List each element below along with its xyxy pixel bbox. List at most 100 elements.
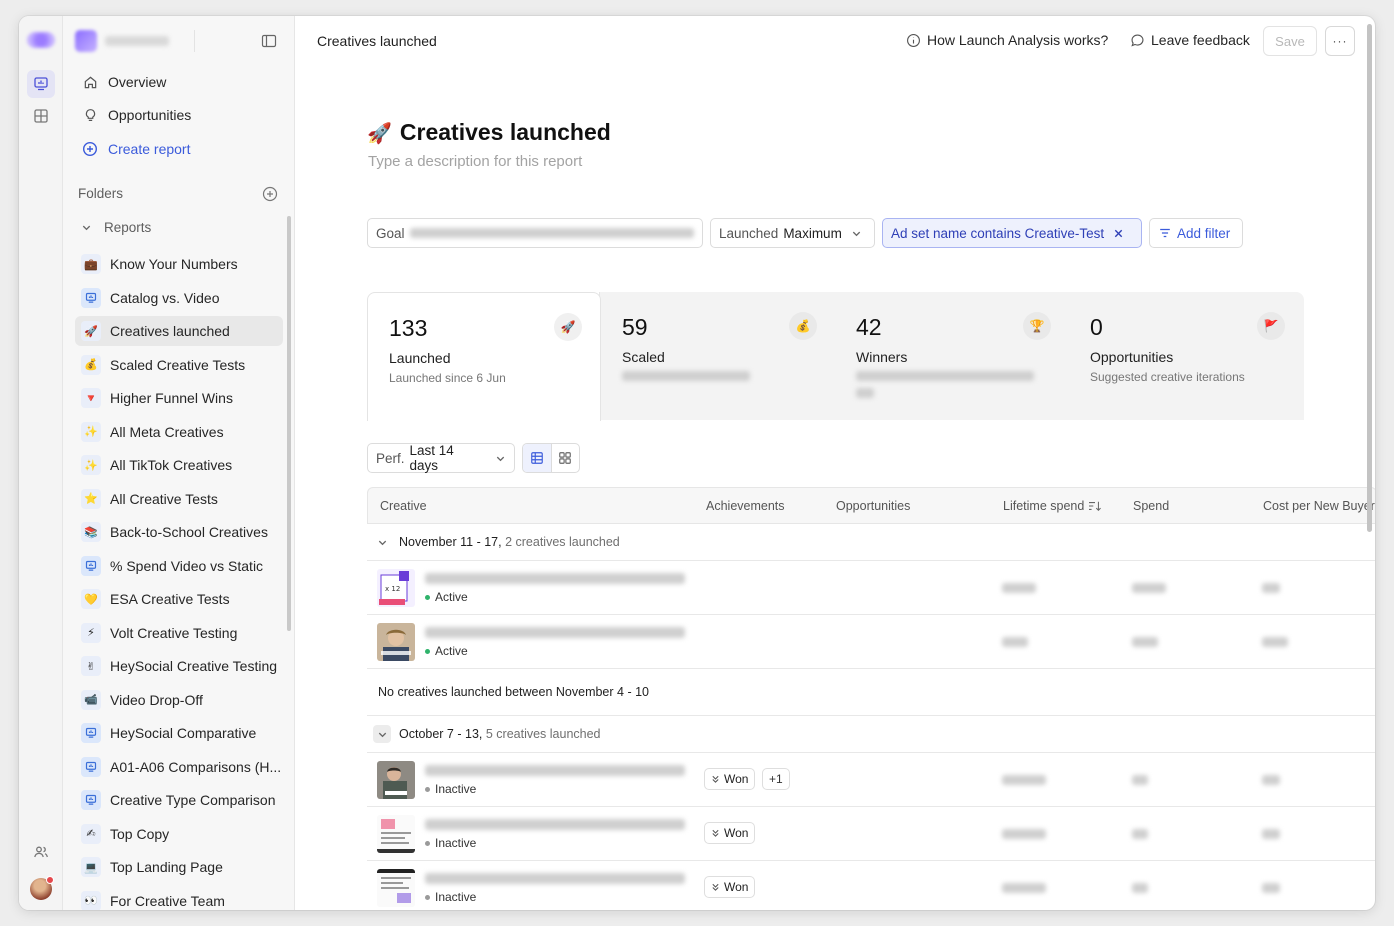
- description-input[interactable]: Type a description for this report: [368, 153, 582, 170]
- reports-rail-icon[interactable]: [27, 70, 55, 98]
- kpi-subtitle-redacted: [622, 370, 814, 384]
- comment-icon: [1131, 33, 1144, 46]
- sidebar-report-item[interactable]: 🔻 Higher Funnel Wins: [75, 383, 283, 413]
- user-avatar[interactable]: [30, 876, 54, 900]
- how-it-works-label: How Launch Analysis works?: [927, 32, 1109, 48]
- add-folder-icon[interactable]: [262, 186, 278, 202]
- sidebar-collapse-icon[interactable]: [261, 33, 277, 49]
- column-header-lifetime-spend[interactable]: Lifetime spend: [1003, 499, 1102, 513]
- column-header-spend[interactable]: Spend: [1133, 499, 1169, 513]
- sidebar-report-item[interactable]: A01-A06 Comparisons (H...: [75, 752, 283, 782]
- report-emoji-icon: ⚡: [81, 622, 101, 643]
- achievement-won-badge[interactable]: Won: [704, 876, 756, 898]
- group-row-nov-11[interactable]: November 11 - 17, 2 creatives launched: [367, 524, 1375, 561]
- table-view-button[interactable]: [523, 444, 552, 472]
- sidebar-report-label: ESA Creative Tests: [110, 591, 230, 607]
- kpi-scaled[interactable]: 59 Scaled 💰: [601, 292, 835, 420]
- creative-thumbnail[interactable]: x 12: [377, 569, 415, 607]
- workspace-switcher[interactable]: [75, 28, 169, 54]
- app-window: Overview Opportunities Create report Fol…: [19, 16, 1375, 910]
- column-header-achievements[interactable]: Achievements: [706, 499, 785, 513]
- grid-view-button[interactable]: [552, 444, 580, 472]
- creative-thumbnail[interactable]: [377, 869, 415, 907]
- dashboard-rail-icon[interactable]: [27, 102, 55, 130]
- group-row-oct-7[interactable]: October 7 - 13, 5 creatives launched: [367, 716, 1375, 753]
- team-rail-icon[interactable]: [27, 838, 55, 866]
- more-achievements-badge[interactable]: +1: [762, 768, 790, 790]
- kpi-opportunities[interactable]: 0 Opportunities Suggested creative itera…: [1069, 292, 1303, 420]
- kpi-subtitle-redacted: [856, 370, 1048, 401]
- save-button[interactable]: Save: [1263, 26, 1317, 56]
- sort-descending-icon[interactable]: [1088, 500, 1102, 512]
- group-count: 5 creatives launched: [485, 727, 601, 741]
- close-icon[interactable]: [1113, 228, 1124, 239]
- how-it-works-link[interactable]: How Launch Analysis works?: [906, 32, 1108, 48]
- status-badge: Active: [425, 644, 468, 658]
- sidebar-scrollbar[interactable]: [287, 216, 291, 631]
- sidebar-report-item[interactable]: ✨ All Meta Creatives: [75, 417, 283, 447]
- nav-opportunities[interactable]: Opportunities: [75, 100, 283, 130]
- creative-name-redacted: [425, 627, 685, 638]
- nav-overview[interactable]: Overview: [75, 67, 283, 97]
- sidebar-report-item[interactable]: ✨ All TikTok Creatives: [75, 450, 283, 480]
- sidebar-report-item[interactable]: 📹 Video Drop-Off: [75, 685, 283, 715]
- home-icon: [81, 73, 99, 91]
- sidebar-report-item[interactable]: % Spend Video vs Static: [75, 551, 283, 581]
- status-badge: Inactive: [425, 782, 476, 796]
- sidebar-report-label: Video Drop-Off: [110, 691, 203, 708]
- sidebar-report-item[interactable]: 📚 Back-to-School Creatives: [75, 517, 283, 547]
- sidebar-report-label: Higher Funnel Wins: [110, 390, 233, 406]
- sidebar-report-item[interactable]: 💼 Know Your Numbers: [75, 249, 283, 279]
- sidebar-report-item[interactable]: ⭐ All Creative Tests: [75, 484, 283, 514]
- adset-name-filter[interactable]: Ad set name contains Creative-Test: [882, 218, 1142, 248]
- table-row[interactable]: Inactive Won: [367, 807, 1375, 861]
- kpi-launched[interactable]: 133 Launched Launched since 6 Jun 🚀: [367, 292, 601, 421]
- launched-filter[interactable]: Launched Maximum: [710, 218, 875, 248]
- creative-thumbnail[interactable]: [377, 815, 415, 853]
- app-logo[interactable]: [27, 32, 55, 48]
- creative-thumbnail[interactable]: [377, 623, 415, 661]
- sidebar-report-item[interactable]: 💻 Top Landing Page: [75, 852, 283, 882]
- sidebar-report-item[interactable]: ✌ HeySocial Creative Testing: [75, 651, 283, 681]
- creative-thumbnail[interactable]: [377, 761, 415, 799]
- sidebar-report-item[interactable]: 🚀 Creatives launched: [75, 316, 283, 346]
- cost-redacted: [1262, 775, 1280, 785]
- table-row[interactable]: Inactive Won +1: [367, 753, 1375, 807]
- leave-feedback-link[interactable]: Leave feedback: [1130, 32, 1250, 48]
- kpi-winners[interactable]: 42 Winners 🏆: [835, 292, 1069, 420]
- divider: [194, 30, 195, 52]
- sidebar-report-item[interactable]: ✍ Top Copy: [75, 819, 283, 849]
- chevron-down-icon: [852, 231, 860, 236]
- chevron-down-icon[interactable]: [373, 725, 391, 743]
- table-row[interactable]: Active: [367, 615, 1375, 669]
- sidebar-report-item[interactable]: ⚡ Volt Creative Testing: [75, 618, 283, 648]
- achievement-won-badge[interactable]: Won: [704, 822, 756, 844]
- sidebar-report-item[interactable]: HeySocial Comparative: [75, 718, 283, 748]
- sidebar-report-item[interactable]: Catalog vs. Video: [75, 283, 283, 313]
- table-row[interactable]: x 12 Active: [367, 561, 1375, 615]
- table-header: Creative Achievements Opportunities Life…: [367, 487, 1375, 524]
- add-filter-button[interactable]: Add filter: [1149, 218, 1243, 248]
- sidebar-report-label: Top Landing Page: [110, 859, 223, 875]
- reports-folder-toggle[interactable]: Reports: [81, 220, 151, 235]
- column-header-opportunities[interactable]: Opportunities: [836, 499, 910, 513]
- table-row[interactable]: Inactive Won: [367, 861, 1375, 910]
- column-header-creative[interactable]: Creative: [380, 499, 427, 513]
- sidebar-report-label: For Creative Team: [110, 892, 225, 909]
- group-range: October 7 - 13,: [399, 727, 483, 741]
- nav-create-report[interactable]: Create report: [75, 134, 283, 164]
- more-options-button[interactable]: ···: [1325, 26, 1355, 56]
- sidebar-report-item[interactable]: 💛 ESA Creative Tests: [75, 584, 283, 614]
- column-header-cost-per-new-buyer[interactable]: Cost per New Buyer: [1263, 499, 1375, 513]
- sidebar-report-item[interactable]: 👀 For Creative Team: [75, 886, 283, 910]
- achievement-won-badge[interactable]: Won: [704, 768, 756, 790]
- goal-filter[interactable]: Goal: [367, 218, 703, 248]
- sidebar-report-item[interactable]: 💰 Scaled Creative Tests: [75, 350, 283, 380]
- main-scrollbar[interactable]: [1367, 24, 1372, 532]
- chevron-down-icon[interactable]: [373, 533, 391, 551]
- report-emoji-icon: 🔻: [81, 388, 101, 408]
- sidebar-report-item[interactable]: Creative Type Comparison: [75, 785, 283, 815]
- chevrons-down-icon: [712, 829, 719, 837]
- chart-icon: [81, 723, 101, 743]
- perf-period-select[interactable]: Perf. Last 14 days: [367, 443, 515, 473]
